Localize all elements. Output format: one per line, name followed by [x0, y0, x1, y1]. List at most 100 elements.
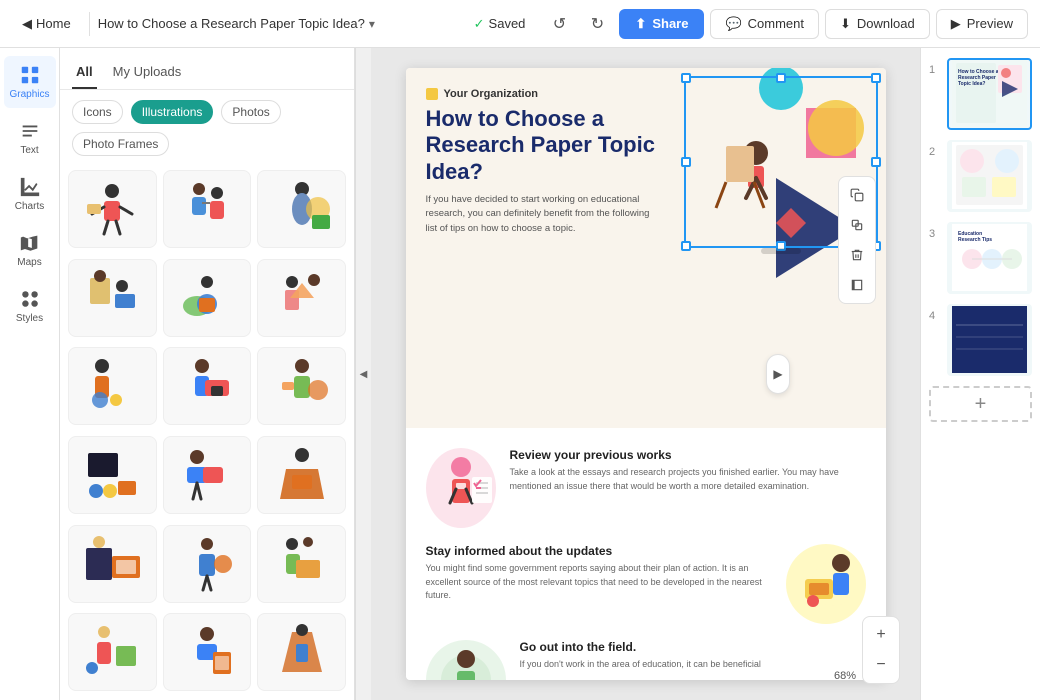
- more-button[interactable]: [843, 271, 871, 299]
- illustration-grid: [60, 166, 354, 700]
- sidebar-item-graphics[interactable]: Graphics: [4, 56, 56, 108]
- tab-all[interactable]: All: [72, 58, 97, 89]
- sidebar-item-label-styles: Styles: [16, 313, 43, 324]
- preview-button[interactable]: ▶ Preview: [936, 9, 1028, 39]
- chevron-left-icon: ◀: [22, 16, 32, 32]
- saved-label: Saved: [489, 16, 526, 31]
- home-button[interactable]: ◀ Home: [12, 12, 81, 36]
- thumb-num-1: 1: [929, 64, 941, 76]
- thumbnail-1[interactable]: How to Choose a Research Paper Topic Ide…: [947, 58, 1032, 130]
- canvas-area[interactable]: Your Organization How to Choose a Resear…: [371, 48, 920, 700]
- filter-photo-frames[interactable]: Photo Frames: [72, 132, 169, 156]
- thumbnail-4[interactable]: [947, 304, 1032, 376]
- sidebar-item-text[interactable]: Text: [4, 112, 56, 164]
- thumb-row-2: 2: [929, 140, 1032, 212]
- list-item[interactable]: [257, 170, 346, 248]
- list-item[interactable]: [163, 170, 252, 248]
- sidebar-item-maps[interactable]: Maps: [4, 224, 56, 276]
- svg-text:Research Tips: Research Tips: [958, 237, 992, 243]
- list-item[interactable]: [257, 613, 346, 691]
- step-2-text: Stay informed about the updates You migh…: [426, 544, 772, 603]
- duplicate-icon: [850, 218, 864, 232]
- sidebar-item-label-charts: Charts: [15, 201, 44, 212]
- tab-my-uploads[interactable]: My Uploads: [109, 58, 186, 89]
- share-icon: ⬆: [635, 16, 646, 32]
- zoom-level: 68%: [834, 670, 856, 682]
- step-3-illustration: [426, 640, 506, 680]
- filter-photos[interactable]: Photos: [221, 100, 280, 124]
- canvas-page: Your Organization How to Choose a Resear…: [406, 68, 886, 680]
- share-button[interactable]: ⬆ Share: [619, 9, 704, 39]
- thumbnail-2[interactable]: [947, 140, 1032, 212]
- list-item[interactable]: [163, 259, 252, 337]
- title-dropdown-icon[interactable]: ▾: [369, 17, 375, 31]
- step-3: Go out into the field. If you don't work…: [426, 640, 866, 680]
- download-label: Download: [857, 16, 915, 31]
- topbar-actions: ✓ Saved ↺ ↻ ⬆ Share 💬 Comment ⬇ Download…: [462, 8, 1028, 40]
- saved-button[interactable]: ✓ Saved: [462, 10, 538, 38]
- text-icon: [19, 120, 41, 142]
- delete-button[interactable]: [843, 241, 871, 269]
- add-slide-button[interactable]: +: [929, 386, 1032, 422]
- step-3-text: Go out into the field. If you don't work…: [520, 640, 761, 672]
- list-item[interactable]: [257, 259, 346, 337]
- org-name: Your Organization: [444, 88, 539, 100]
- thumb-num-4: 4: [929, 310, 941, 322]
- step-2-desc: You might find some government reports s…: [426, 562, 772, 603]
- step-2-illustration: [786, 544, 866, 624]
- main-area: Graphics Text Charts Maps Styles: [0, 48, 1040, 700]
- undo-button[interactable]: ↺: [543, 8, 575, 40]
- canvas-next-arrow[interactable]: ▶: [766, 354, 790, 394]
- list-item[interactable]: [163, 347, 252, 425]
- list-item[interactable]: [68, 259, 157, 337]
- topbar: ◀ Home How to Choose a Research Paper To…: [0, 0, 1040, 48]
- thumb-row-4: 4: [929, 304, 1032, 376]
- org-label: Your Organization: [426, 88, 660, 100]
- list-item[interactable]: [163, 436, 252, 514]
- list-item[interactable]: [68, 436, 157, 514]
- step-3-desc: If you don't work in the area of educati…: [520, 658, 761, 672]
- thumbnail-3[interactable]: Education Research Tips: [947, 222, 1032, 294]
- list-item[interactable]: [68, 170, 157, 248]
- download-icon: ⬇: [840, 16, 851, 32]
- thumb-row-3: 3 Education Research Tips: [929, 222, 1032, 294]
- left-sidebar: Graphics Text Charts Maps Styles: [0, 48, 60, 700]
- preview-icon: ▶: [951, 16, 961, 32]
- comment-button[interactable]: 💬 Comment: [710, 9, 819, 39]
- graphics-icon: [19, 64, 41, 86]
- redo-button[interactable]: ↻: [581, 8, 613, 40]
- step-2: Stay informed about the updates You migh…: [426, 544, 866, 624]
- sidebar-item-styles[interactable]: Styles: [4, 280, 56, 332]
- step-1-illustration: [426, 448, 496, 528]
- list-item[interactable]: [257, 525, 346, 603]
- list-item[interactable]: [257, 436, 346, 514]
- sidebar-item-charts[interactable]: Charts: [4, 168, 56, 220]
- list-item[interactable]: [163, 613, 252, 691]
- drag-handle[interactable]: [761, 248, 801, 254]
- download-button[interactable]: ⬇ Download: [825, 9, 930, 39]
- list-item[interactable]: [68, 525, 157, 603]
- sidebar-item-label-graphics: Graphics: [9, 89, 49, 100]
- home-label: Home: [36, 16, 71, 31]
- slide-steps-section: Review your previous works Take a look a…: [406, 428, 886, 680]
- copy-icon: [850, 188, 864, 202]
- list-item[interactable]: [68, 613, 157, 691]
- duplicate-button[interactable]: [843, 211, 871, 239]
- org-square-icon: [426, 88, 438, 100]
- panel-collapse-handle[interactable]: ◀: [355, 48, 371, 700]
- sidebar-item-label-maps: Maps: [17, 257, 41, 268]
- panel-tabs: All My Uploads: [60, 48, 354, 90]
- list-item[interactable]: [163, 525, 252, 603]
- copy-button[interactable]: [843, 181, 871, 209]
- canvas-float-toolbar: [838, 176, 876, 304]
- list-item[interactable]: [257, 347, 346, 425]
- filter-icons[interactable]: Icons: [72, 100, 123, 124]
- trash-icon: [850, 248, 864, 262]
- collapse-icon: ◀: [360, 369, 368, 380]
- zoom-in-button[interactable]: +: [867, 621, 895, 649]
- list-item[interactable]: [68, 347, 157, 425]
- zoom-out-button[interactable]: −: [867, 651, 895, 679]
- share-label: Share: [652, 16, 688, 31]
- sidebar-item-label-text: Text: [20, 145, 38, 156]
- filter-illustrations[interactable]: Illustrations: [131, 100, 214, 124]
